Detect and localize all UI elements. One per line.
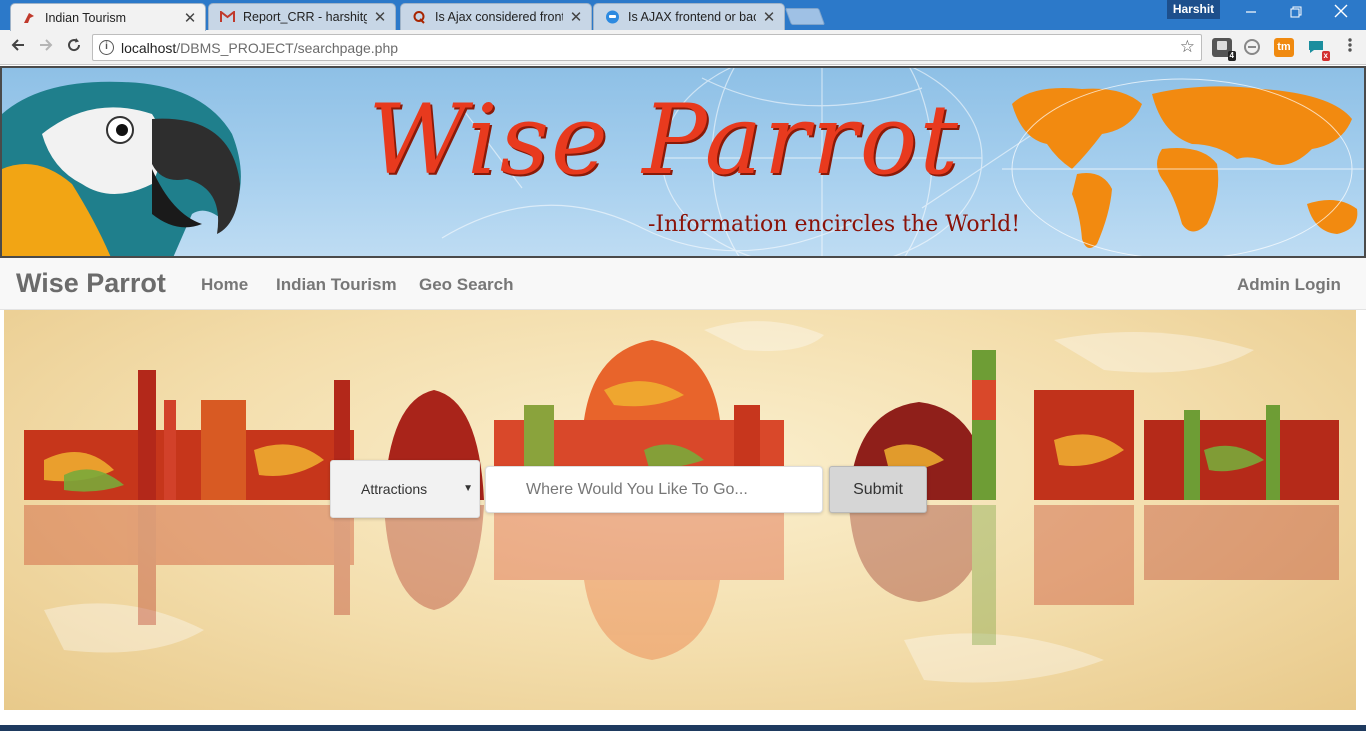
navbar-brand[interactable]: Wise Parrot xyxy=(16,268,166,299)
extension-badge: x xyxy=(1321,51,1330,61)
puzzle-ext-icon[interactable]: 4 xyxy=(1212,38,1236,61)
nav-link-home[interactable]: Home xyxy=(201,275,248,295)
dropdown-caret-icon: ▼ xyxy=(463,483,473,494)
profile-button[interactable]: Harshit xyxy=(1167,0,1220,19)
minimize-icon[interactable] xyxy=(1228,0,1273,28)
tab-title: Report_CRR - harshitguj xyxy=(243,10,367,24)
url-path: /DBMS_PROJECT/searchpage.php xyxy=(176,40,399,56)
close-tab-icon[interactable]: ✕ xyxy=(183,9,197,27)
tab-title: Is AJAX frontend or back xyxy=(628,10,756,24)
tab-indian-tourism[interactable]: Indian Tourism ✕ xyxy=(10,3,206,31)
gmail-icon xyxy=(219,9,235,25)
site-navbar: Wise Parrot Home Indian Tourism Geo Sear… xyxy=(0,258,1366,310)
circle-ext-icon[interactable] xyxy=(1242,38,1262,57)
browser-titlebar: Indian Tourism ✕ Report_CRR - harshitguj… xyxy=(0,0,1366,31)
new-tab-button[interactable] xyxy=(784,8,826,25)
parrot-image xyxy=(2,81,241,256)
submit-button[interactable]: Submit xyxy=(829,466,927,513)
back-arrow-icon[interactable] xyxy=(6,36,30,60)
category-select-value: Attractions xyxy=(361,481,428,497)
bookmark-star-icon[interactable]: ☆ xyxy=(1180,37,1195,57)
close-tab-icon[interactable]: ✕ xyxy=(762,8,776,26)
parrot-favicon-icon xyxy=(21,10,37,26)
taskbar-edge xyxy=(0,725,1366,731)
destination-search-input[interactable]: Where Would You Like To Go... xyxy=(485,466,823,513)
tab-title: Indian Tourism xyxy=(45,10,127,25)
menu-kebab-icon[interactable] xyxy=(1338,36,1362,60)
reload-icon[interactable] xyxy=(62,36,86,60)
nav-link-geo-search[interactable]: Geo Search xyxy=(419,275,514,295)
url-host: localhost xyxy=(121,40,177,56)
quora-icon xyxy=(411,9,427,25)
close-tab-icon[interactable]: ✕ xyxy=(569,8,583,26)
close-tab-icon[interactable]: ✕ xyxy=(373,8,387,26)
hero-section: Attractions ▼ Where Would You Like To Go… xyxy=(4,310,1356,710)
banner-logo-title: Wise Parrot xyxy=(368,84,960,196)
address-bar[interactable]: i localhost/DBMS_PROJECT/searchpage.php … xyxy=(92,34,1202,61)
tm-ext-icon[interactable]: tm xyxy=(1274,38,1294,57)
tab-ajax-frontend[interactable]: Is AJAX frontend or back ✕ xyxy=(593,3,785,30)
forward-arrow-icon[interactable] xyxy=(34,36,58,60)
restore-icon[interactable] xyxy=(1273,0,1318,28)
nav-link-admin-login[interactable]: Admin Login xyxy=(1237,275,1341,295)
tab-gmail-report[interactable]: Report_CRR - harshitguj ✕ xyxy=(208,3,396,30)
category-select[interactable]: Attractions ▼ xyxy=(330,460,480,518)
site-banner: Wise Parrot -Information encircles the W… xyxy=(0,66,1366,258)
tab-title: Is Ajax considered front- xyxy=(435,10,563,24)
nav-link-indian-tourism[interactable]: Indian Tourism xyxy=(276,275,397,295)
info-icon[interactable]: i xyxy=(99,40,114,55)
banner-tagline: -Information encircles the World! xyxy=(648,212,1021,237)
tab-quora-ajax[interactable]: Is Ajax considered front- ✕ xyxy=(400,3,592,30)
chat-bubble-icon xyxy=(604,9,620,25)
extension-badge: 4 xyxy=(1227,51,1236,61)
chat-ext-icon[interactable]: x xyxy=(1306,38,1330,61)
close-window-icon[interactable] xyxy=(1318,0,1363,28)
world-map-image xyxy=(1002,78,1364,256)
browser-toolbar: i localhost/DBMS_PROJECT/searchpage.php … xyxy=(0,30,1366,65)
url-text: localhost/DBMS_PROJECT/searchpage.php xyxy=(121,40,398,56)
